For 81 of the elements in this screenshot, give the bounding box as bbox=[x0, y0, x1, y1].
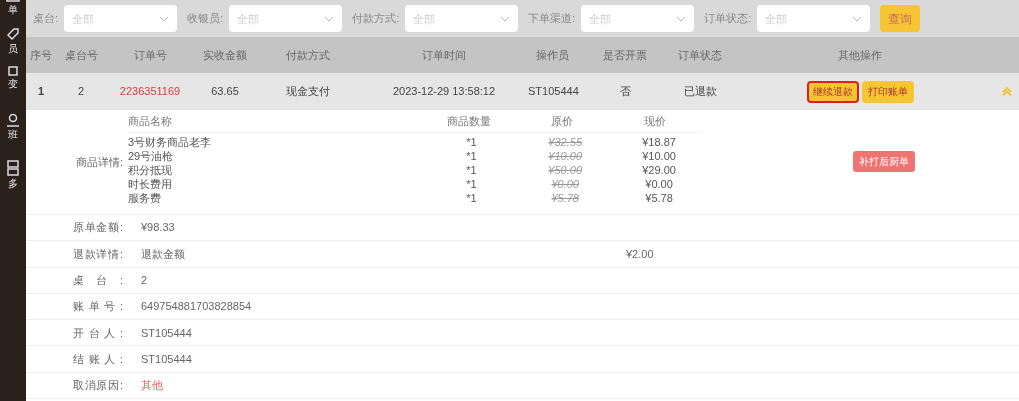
goods-name: 时长费用 bbox=[128, 177, 173, 191]
field-label: 退款详情: bbox=[73, 246, 123, 262]
filter-label: 订单状态: bbox=[704, 11, 752, 27]
column-header: 订单号 bbox=[132, 47, 168, 63]
chevron-down-icon bbox=[500, 16, 511, 22]
goods-name: 29号油枪 bbox=[128, 149, 175, 163]
original-price: ¥10.00 bbox=[547, 149, 583, 163]
action-button[interactable]: 打印账单 bbox=[861, 80, 914, 103]
action-button[interactable]: 继续退款 bbox=[806, 80, 859, 103]
collapse-icon[interactable] bbox=[1002, 87, 1012, 96]
filter-label: 下单渠道: bbox=[528, 11, 576, 27]
field-label: 商品详情: bbox=[75, 154, 123, 170]
column-header: 订单状态 bbox=[677, 47, 723, 63]
column-header: 商品数量 bbox=[445, 113, 492, 129]
table-cell-text: 1 bbox=[36, 84, 46, 100]
table-cell-text: 63.65 bbox=[210, 84, 240, 100]
table-cell-text: 现金支付 bbox=[285, 84, 331, 100]
person-icon bbox=[6, 113, 20, 127]
goods-name: 3号财务商品老李 bbox=[128, 135, 213, 149]
field-label: 取消原因: bbox=[73, 378, 123, 394]
column-header: 其他操作 bbox=[837, 47, 883, 63]
table-cell-text: 2023-12-29 13:58:12 bbox=[391, 84, 497, 100]
field-label: 开台人: bbox=[73, 325, 123, 341]
filter-label: 付款方式: bbox=[352, 11, 400, 27]
field-label: 账单号: bbox=[73, 299, 123, 315]
sidebar-item[interactable]: 变 bbox=[8, 66, 18, 89]
field-value: 2 bbox=[140, 273, 149, 288]
column-header: 桌台号 bbox=[63, 47, 99, 63]
column-header: 现价 bbox=[643, 113, 668, 129]
field-value: ¥98.33 bbox=[140, 220, 176, 236]
original-price: ¥5.78 bbox=[550, 191, 580, 205]
column-header: 付款方式 bbox=[285, 47, 331, 63]
goods-name: 服务费 bbox=[128, 191, 162, 205]
table-cell-text: 已退款 bbox=[682, 84, 718, 100]
table-cell-text: 2 bbox=[76, 84, 86, 100]
filter-label: 收银员: bbox=[187, 11, 224, 27]
order-number[interactable]: 2236351169 bbox=[106, 83, 194, 100]
chevron-down-icon bbox=[159, 16, 170, 22]
column-header: 是否开票 bbox=[602, 47, 648, 63]
field-label: 桌台: bbox=[73, 273, 123, 288]
field-value: ST105444 bbox=[140, 351, 193, 367]
column-header: 订单时间 bbox=[421, 47, 467, 63]
field-value: ST105444 bbox=[140, 325, 193, 341]
field-value: 649754881703828854 bbox=[140, 299, 253, 315]
chevron-down-icon bbox=[852, 16, 863, 22]
sidebar-item[interactable]: 班 bbox=[6, 113, 20, 140]
sidebar-item[interactable]: 多 bbox=[7, 160, 19, 189]
goods-quantity: *1 bbox=[465, 177, 478, 191]
field-label: 原单金额: bbox=[73, 220, 123, 236]
chevron-down-icon bbox=[324, 16, 335, 22]
column-header: 原价 bbox=[550, 113, 575, 129]
refund-amount: ¥2.00 bbox=[626, 246, 654, 262]
order-row[interactable]: 1 2 2236351169 63.65 现金支付 2023-12-29 13:58:12 ST105444 否 已退款 继续退款 打印账单 bbox=[26, 73, 1019, 110]
goods-quantity: *1 bbox=[465, 135, 478, 149]
goods-quantity: *1 bbox=[465, 163, 478, 177]
goods-quantity: *1 bbox=[465, 191, 478, 205]
sidebar-item[interactable]: 单 bbox=[6, 0, 20, 15]
current-price: ¥29.00 bbox=[641, 163, 677, 177]
table-cell-text: 否 bbox=[618, 84, 632, 100]
goods-name: 积分抵现 bbox=[128, 163, 173, 177]
original-price: ¥32.55 bbox=[547, 135, 583, 149]
original-price: ¥0.00 bbox=[550, 177, 580, 191]
tag-icon bbox=[6, 27, 20, 41]
box-icon bbox=[8, 66, 18, 76]
column-header: 实收金额 bbox=[202, 47, 248, 63]
grid-icon bbox=[7, 160, 19, 176]
goods-quantity: *1 bbox=[465, 149, 478, 163]
field-label: 结账人: bbox=[73, 351, 123, 367]
original-price: ¥50.00 bbox=[547, 163, 583, 177]
sidebar-item[interactable]: 员 bbox=[6, 27, 20, 54]
filter-label: 桌台: bbox=[33, 11, 59, 27]
column-header: 操作员 bbox=[534, 47, 570, 63]
field-value: 其他 bbox=[140, 378, 164, 394]
current-price: ¥10.00 bbox=[641, 149, 677, 163]
chevron-down-icon bbox=[676, 16, 687, 22]
field-value: 退款金额 bbox=[140, 246, 186, 262]
current-price: ¥5.78 bbox=[644, 191, 674, 205]
current-price: ¥18.87 bbox=[641, 135, 677, 149]
column-header: 商品名称 bbox=[128, 113, 173, 129]
current-price: ¥0.00 bbox=[644, 177, 674, 191]
column-header: 序号 bbox=[29, 47, 53, 63]
